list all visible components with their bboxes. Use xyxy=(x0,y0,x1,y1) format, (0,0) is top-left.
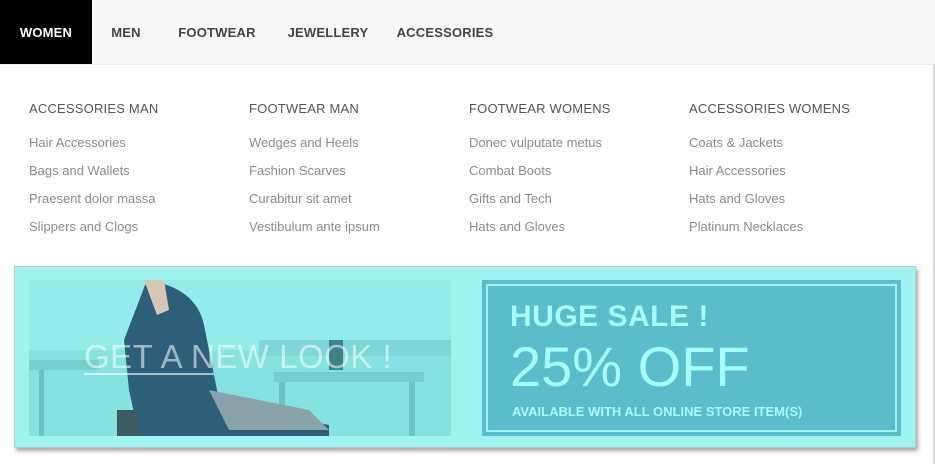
menu-column-footwear-womens: FOOTWEAR WOMENS Donec vulputate metus Co… xyxy=(469,101,611,241)
nav-item-women[interactable]: WOMEN xyxy=(0,0,92,64)
sale-discount: 25% OFF xyxy=(510,335,750,398)
menu-link[interactable]: Praesent dolor massa xyxy=(29,185,158,213)
promo-caption: GET A NEW LOOK ! xyxy=(84,338,393,375)
menu-column-title: ACCESSORIES WOMENS xyxy=(689,101,851,116)
nav-item-accessories[interactable]: ACCESSORIES xyxy=(390,0,500,64)
promo-photo[interactable]: GET A NEW LOOK ! xyxy=(29,280,451,436)
menu-column-title: ACCESSORIES MAN xyxy=(29,101,159,116)
menu-column-accessories-womens: ACCESSORIES WOMENS Coats & Jackets Hair … xyxy=(689,101,850,241)
menu-link[interactable]: Wedges and Heels xyxy=(249,129,380,157)
menu-link[interactable]: Gifts and Tech xyxy=(469,185,611,213)
menu-column-title: FOOTWEAR WOMENS xyxy=(469,101,611,116)
nav-item-men[interactable]: MEN xyxy=(96,0,156,64)
nav-item-jewellery[interactable]: JEWELLERY xyxy=(280,0,376,64)
promo-caption-underline xyxy=(84,373,214,375)
menu-link[interactable]: Hair Accessories xyxy=(689,157,850,185)
menu-link[interactable]: Vestibulum ante ipsum xyxy=(249,213,380,241)
menu-column-title: FOOTWEAR MAN xyxy=(249,101,360,116)
main-nav: WOMEN MEN FOOTWEAR JEWELLERY ACCESSORIES xyxy=(0,0,935,65)
menu-link[interactable]: Coats & Jackets xyxy=(689,129,850,157)
menu-link[interactable]: Hats and Gloves xyxy=(689,185,850,213)
menu-column-accessories-man: ACCESSORIES MAN Hair Accessories Bags an… xyxy=(29,101,158,241)
menu-link[interactable]: Donec vulputate metus xyxy=(469,129,611,157)
menu-link[interactable]: Curabitur sit amet xyxy=(249,185,380,213)
menu-column-footwear-man: FOOTWEAR MAN Wedges and Heels Fashion Sc… xyxy=(249,101,380,241)
menu-link[interactable]: Platinum Necklaces xyxy=(689,213,850,241)
promo-banner[interactable]: GET A NEW LOOK ! HUGE SALE ! 25% OFF AVA… xyxy=(14,266,916,448)
sale-box[interactable]: HUGE SALE ! 25% OFF AVAILABLE WITH ALL O… xyxy=(482,280,901,436)
sale-title: HUGE SALE ! xyxy=(510,300,709,333)
menu-link[interactable]: Bags and Wallets xyxy=(29,157,158,185)
menu-link[interactable]: Combat Boots xyxy=(469,157,611,185)
sale-note: AVAILABLE WITH ALL ONLINE STORE ITEM(S) xyxy=(512,404,803,419)
nav-item-footwear[interactable]: FOOTWEAR xyxy=(166,0,268,64)
menu-link[interactable]: Hair Accessories xyxy=(29,129,158,157)
menu-link[interactable]: Fashion Scarves xyxy=(249,157,380,185)
menu-link[interactable]: Hats and Gloves xyxy=(469,213,611,241)
menu-link[interactable]: Slippers and Clogs xyxy=(29,213,158,241)
